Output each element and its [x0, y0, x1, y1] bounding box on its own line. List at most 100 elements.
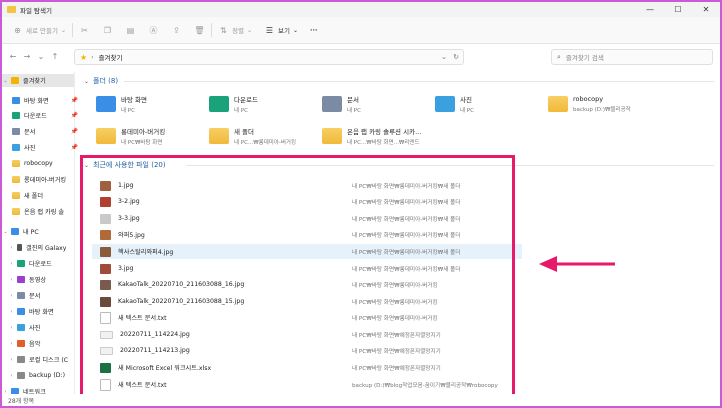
- desktop-icon: [17, 308, 25, 315]
- picture-icon: [435, 96, 455, 112]
- document-icon: [322, 96, 342, 112]
- download-icon: [209, 96, 229, 112]
- new-button[interactable]: ⊕ 새로 만들기 ⌄: [12, 25, 66, 36]
- document-icon: [17, 292, 25, 299]
- recent-locations-button[interactable]: ⌄: [34, 52, 48, 61]
- folder-tile-pictures[interactable]: 사진 내 PC: [435, 92, 547, 116]
- trash-icon: 🗑: [194, 25, 205, 35]
- close-button[interactable]: ✕: [692, 2, 720, 17]
- more-button[interactable]: ···: [310, 26, 317, 34]
- chevron-right-icon: ›: [10, 372, 13, 379]
- navigation-pane: ⌄ 즐겨찾기 바탕 화면 📌 다운로드 📌 문서 📌 사진 📌 robocopy 롱데미…: [2, 72, 78, 396]
- address-bar[interactable]: ★ › 즐겨찾기 ⌄ ↻: [74, 49, 464, 65]
- sidebar-item-pictures[interactable]: 사진 📌: [2, 141, 82, 154]
- breadcrumb[interactable]: 즐겨찾기: [99, 52, 123, 62]
- star-icon: [11, 77, 19, 84]
- share-icon: ⇪: [173, 25, 180, 35]
- folder-icon: [7, 6, 16, 13]
- paste-icon: ▤: [126, 25, 135, 35]
- plus-circle-icon: ⊕: [14, 25, 21, 35]
- search-box[interactable]: ⌕ 즐겨찾기 검색: [551, 49, 713, 65]
- search-icon: ⌕: [557, 52, 561, 61]
- share-button[interactable]: ⇪: [171, 26, 182, 35]
- back-button[interactable]: ←: [6, 52, 20, 61]
- sidebar-item-galaxy[interactable]: › 갤진의 Galaxy: [2, 241, 80, 254]
- sidebar-item-pc-documents[interactable]: › 문서: [2, 289, 80, 302]
- rename-button[interactable]: Ⓐ: [148, 25, 159, 36]
- copy-button[interactable]: ❐: [102, 26, 113, 35]
- forward-button[interactable]: →: [20, 52, 34, 61]
- sidebar-item-desktop[interactable]: 바탕 화면 📌: [2, 94, 82, 107]
- folder-tile-robocopy[interactable]: robocopy backup (D:)₩블리공작: [548, 92, 660, 116]
- video-icon: [17, 276, 25, 283]
- picture-icon: [12, 144, 20, 151]
- desktop-icon: [96, 96, 116, 112]
- title-bar: 파일 탐색기 — ☐ ✕: [2, 2, 720, 17]
- sidebar-item-pc-pictures[interactable]: › 사진: [2, 321, 80, 334]
- chevron-down-icon: ⌄: [3, 228, 8, 235]
- sort-icon: ⇅: [220, 25, 227, 35]
- view-button[interactable]: ☰ 보기 ⌄: [264, 25, 298, 36]
- delete-button[interactable]: 🗑: [194, 26, 205, 35]
- sidebar-item-pc-desktop[interactable]: › 바탕 화면: [2, 305, 80, 318]
- minimize-button[interactable]: —: [636, 2, 664, 17]
- folder-tile-new-folder[interactable]: 새 폴더 내 PC...₩롱데미아-버거킹: [209, 124, 321, 148]
- music-icon: [17, 340, 25, 347]
- sidebar-item-this-pc[interactable]: ⌄ 내 PC: [2, 225, 74, 238]
- rename-icon: Ⓐ: [149, 25, 158, 35]
- search-input[interactable]: 즐겨찾기 검색: [566, 52, 604, 62]
- folder-tile-onum[interactable]: 온음 랩 카링 솔루션 시카... 내 PC...₩바탕 화면...₩리엔드: [322, 124, 434, 148]
- drive-icon: [17, 356, 25, 363]
- cut-button[interactable]: ✂: [79, 26, 90, 35]
- chevron-down-icon: ⌄: [292, 26, 298, 34]
- chevron-right-icon: ›: [10, 244, 13, 251]
- paste-button[interactable]: ▤: [125, 26, 136, 35]
- sidebar-item-favorites[interactable]: ⌄ 즐겨찾기: [2, 74, 74, 87]
- sidebar-item-new-folder[interactable]: 새 폴더: [2, 189, 82, 202]
- sidebar-item-pc-downloads[interactable]: › 다운로드: [2, 257, 80, 270]
- window-title: 파일 탐색기: [20, 6, 52, 15]
- folder-tile-lotteria[interactable]: 롱데미아-버거킹 내 PC₩바탕 화면: [96, 124, 208, 148]
- phone-icon: [17, 244, 22, 251]
- folder-icon: [12, 176, 20, 183]
- folder-icon: [209, 128, 229, 144]
- sidebar-item-onum[interactable]: 온음 랩 카링 솔: [2, 205, 82, 218]
- sidebar-item-documents[interactable]: 문서 📌: [2, 125, 82, 138]
- chevron-down-icon: ⌄: [84, 77, 90, 85]
- desktop-icon: [12, 97, 20, 104]
- command-bar: ⊕ 새로 만들기 ⌄ ✂ ❐ ▤ Ⓐ ⇪ 🗑 ⇅ 정렬 ⌄ ☰ 보기 ⌄ ···: [2, 17, 720, 44]
- folders-group-header[interactable]: ⌄ 폴더 (8): [84, 76, 118, 86]
- folder-tile-desktop[interactable]: 바탕 화면 내 PC: [96, 92, 208, 116]
- chevron-right-icon: ›: [10, 308, 13, 315]
- download-icon: [17, 260, 25, 267]
- sidebar-item-robocopy[interactable]: robocopy: [2, 157, 82, 170]
- computer-icon: [11, 228, 19, 235]
- maximize-button[interactable]: ☐: [664, 2, 692, 17]
- drive-icon: [17, 372, 25, 379]
- sort-button[interactable]: ⇅ 정렬 ⌄: [218, 25, 252, 36]
- status-bar: 28개 항목: [2, 394, 720, 406]
- sidebar-item-videos[interactable]: › 동영상: [2, 273, 80, 286]
- chevron-right-icon: ›: [10, 292, 13, 299]
- folder-icon: [12, 160, 20, 167]
- sidebar-item-local-disk[interactable]: › 로컬 디스크 (C: [2, 353, 80, 366]
- chevron-down-icon[interactable]: ⌄: [441, 53, 447, 61]
- folder-tile-downloads[interactable]: 다운로드 내 PC: [209, 92, 321, 116]
- view-icon: ☰: [265, 25, 274, 35]
- folder-icon: [548, 96, 568, 112]
- folder-tile-documents[interactable]: 문서 내 PC: [322, 92, 434, 116]
- chevron-right-icon: ›: [91, 53, 94, 61]
- chevron-right-icon: ›: [10, 340, 13, 347]
- sidebar-item-downloads[interactable]: 다운로드 📌: [2, 109, 82, 122]
- sidebar-item-backup[interactable]: › backup (D:): [2, 369, 80, 382]
- chevron-right-icon: ›: [10, 324, 13, 331]
- up-button[interactable]: ↑: [48, 52, 62, 61]
- folder-icon: [12, 208, 20, 215]
- sidebar-item-lotteria[interactable]: 롱데미아-버거킹: [2, 173, 82, 186]
- refresh-icon[interactable]: ↻: [453, 53, 459, 61]
- item-count: 28개 항목: [8, 397, 35, 405]
- folder-icon: [322, 128, 342, 144]
- document-icon: [12, 128, 20, 135]
- sidebar-item-music[interactable]: › 음악: [2, 337, 80, 350]
- folder-icon: [96, 128, 116, 144]
